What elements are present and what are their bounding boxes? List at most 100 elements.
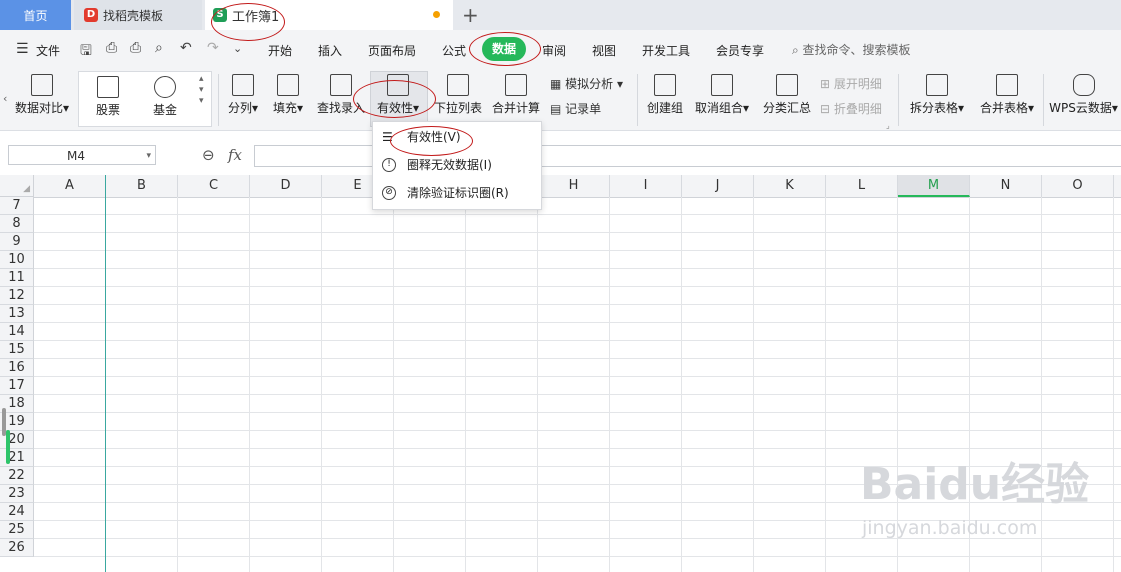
add-tab-button[interactable]: +	[462, 3, 479, 27]
split-table-button[interactable]: 拆分表格▾	[906, 74, 968, 116]
row-header-24[interactable]: 24	[0, 503, 34, 521]
ribbon-dialog-launcher-icon[interactable]: ⌟	[886, 121, 890, 130]
menu-item-circle-invalid[interactable]: ! 圈释无效数据(I)	[373, 152, 541, 178]
row-header-10[interactable]: 10	[0, 251, 34, 269]
grid-column-line	[1041, 197, 1042, 572]
data-compare-button[interactable]: 数据对比▾	[12, 74, 72, 116]
row-header-13[interactable]: 13	[0, 305, 34, 323]
row-header-8[interactable]: 8	[0, 215, 34, 233]
baidu-watermark: Baidu经验	[860, 459, 1090, 510]
zoom-formula-icon[interactable]: ⊖	[202, 146, 215, 164]
column-header-d[interactable]: D	[250, 175, 322, 197]
row-header-11[interactable]: 11	[0, 269, 34, 287]
undo-icon[interactable]: ↶	[180, 40, 192, 56]
create-group-icon	[654, 74, 676, 96]
consolidate-label: 合并计算	[491, 101, 540, 115]
dropdown-list-button[interactable]: 下拉列表	[432, 74, 484, 116]
redo-icon[interactable]: ↷	[207, 40, 219, 56]
menu-start[interactable]: 开始	[268, 42, 292, 59]
grid-column-line	[393, 197, 394, 572]
search-command[interactable]: ⌕ 查找命令、搜索模板	[792, 41, 911, 58]
menu-insert[interactable]: 插入	[318, 42, 342, 59]
column-header-m[interactable]: M	[898, 175, 970, 197]
name-box[interactable]: M4 ▾	[8, 145, 156, 165]
row-header-14[interactable]: 14	[0, 323, 34, 341]
ribbon-scroll-left-icon[interactable]: ‹	[3, 92, 7, 105]
column-header-n[interactable]: N	[970, 175, 1042, 197]
expand-detail-button[interactable]: ⊞ 展开明细	[820, 75, 882, 92]
row-header-9[interactable]: 9	[0, 233, 34, 251]
wps-cloud-label: WPS云数据	[1049, 101, 1112, 115]
insert-function-button[interactable]: fx	[228, 146, 242, 164]
menu-view[interactable]: 视图	[592, 42, 616, 59]
column-header-k[interactable]: K	[754, 175, 826, 197]
menu-review[interactable]: 审阅	[542, 42, 566, 59]
dropdown-list-label: 下拉列表	[433, 101, 482, 115]
row-header-12[interactable]: 12	[0, 287, 34, 305]
grid-row-line	[34, 232, 1121, 233]
name-box-dropdown-icon[interactable]: ▾	[146, 146, 151, 166]
column-header-j[interactable]: J	[682, 175, 754, 197]
menu-developer[interactable]: 开发工具	[642, 42, 690, 59]
merge-table-button[interactable]: 合并表格▾	[976, 74, 1038, 116]
row-header-17[interactable]: 17	[0, 377, 34, 395]
subtotal-button[interactable]: 分类汇总	[761, 74, 813, 116]
search-icon: ⌕	[792, 43, 803, 57]
clear-circle-icon: ⊘	[382, 186, 396, 200]
hamburger-icon[interactable]: ☰	[16, 41, 29, 57]
ungroup-button[interactable]: 取消组合▾	[693, 74, 751, 116]
panel-scroll-icon[interactable]: ▴ ▾ ▾	[199, 74, 204, 107]
grid-column-line	[537, 197, 538, 572]
record-form-button[interactable]: ▤ 记录单	[550, 100, 601, 117]
menu-page-layout[interactable]: 页面布局	[368, 42, 416, 59]
tab-home[interactable]: 首页	[0, 0, 71, 30]
row-header-25[interactable]: 25	[0, 521, 34, 539]
menu-formula[interactable]: 公式	[442, 42, 466, 59]
save-icon[interactable]: 🖫	[80, 40, 92, 64]
tab-template-label: 找稻壳模板	[103, 8, 164, 23]
column-header-l[interactable]: L	[826, 175, 898, 197]
export-pdf-icon[interactable]: ⎙	[106, 40, 117, 56]
stock-button[interactable]: 股票	[88, 76, 128, 118]
tab-template[interactable]: D 找稻壳模板	[74, 0, 202, 30]
print-icon[interactable]: ⎙	[130, 40, 141, 56]
row-header-7[interactable]: 7	[0, 197, 34, 215]
row-header-15[interactable]: 15	[0, 341, 34, 359]
column-header-c[interactable]: C	[178, 175, 250, 197]
grid-column-line	[897, 197, 898, 572]
column-header-b[interactable]: B	[106, 175, 178, 197]
column-header-a[interactable]: A	[34, 175, 106, 197]
collapse-detail-button[interactable]: ⊟ 折叠明细	[820, 100, 882, 117]
row-header-23[interactable]: 23	[0, 485, 34, 503]
ribbon-separator	[218, 74, 219, 126]
grid-row-line	[34, 556, 1121, 557]
grid-column-line	[177, 197, 178, 572]
menu-item-clear-circles[interactable]: ⊘ 清除验证标识圈(R)	[373, 180, 541, 206]
row-header-22[interactable]: 22	[0, 467, 34, 485]
menu-file[interactable]: 文件	[36, 42, 60, 59]
split-column-button[interactable]: 分列▾	[225, 74, 261, 116]
column-header-i[interactable]: I	[610, 175, 682, 197]
create-group-button[interactable]: 创建组	[644, 74, 686, 116]
select-all-corner[interactable]: ◢	[0, 175, 34, 197]
grid-column-line	[249, 197, 250, 572]
menu-member[interactable]: 会员专享	[716, 42, 764, 59]
row-header-26[interactable]: 26	[0, 539, 34, 557]
fill-button[interactable]: 填充▾	[270, 74, 306, 116]
column-header-h[interactable]: H	[538, 175, 610, 197]
expand-detail-icon: ⊞	[820, 77, 834, 91]
what-if-button[interactable]: ▦ 模拟分析 ▾	[550, 75, 623, 92]
what-if-icon: ▦	[550, 77, 566, 91]
chevron-down-icon[interactable]: ⌄	[233, 42, 242, 55]
row-selection-indicator	[6, 430, 10, 464]
wps-cloud-data-button[interactable]: WPS云数据▾	[1046, 74, 1121, 116]
annotation-oval	[211, 3, 285, 41]
row-header-16[interactable]: 16	[0, 359, 34, 377]
ungroup-icon	[711, 74, 733, 96]
docer-logo-icon: D	[84, 8, 98, 22]
fund-button[interactable]: 基金	[145, 76, 185, 118]
consolidate-button[interactable]: 合并计算	[490, 74, 542, 116]
column-header-o[interactable]: O	[1042, 175, 1114, 197]
print-preview-icon[interactable]: ⌕	[155, 40, 163, 56]
ribbon-separator	[637, 74, 638, 126]
